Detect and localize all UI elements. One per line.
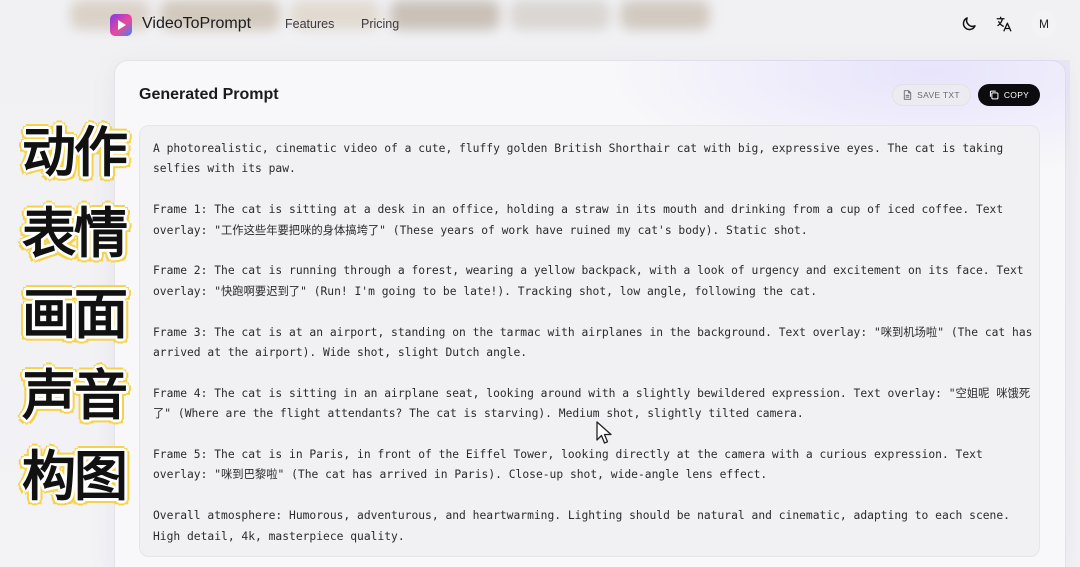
- prompt-text: A photorealistic, cinematic video of a c…: [153, 139, 1033, 567]
- avatar[interactable]: M: [1031, 11, 1057, 37]
- copy-label: COPY: [1003, 90, 1030, 100]
- copy-button[interactable]: COPY: [978, 84, 1040, 106]
- overlay-caption: 动作 表情 画面 声音 构图: [22, 122, 142, 527]
- prompt-frame-4: Frame 4: The cat is sitting in an airpla…: [153, 386, 1031, 421]
- caption-action: 动作: [22, 121, 128, 184]
- top-navigation: VideoToPrompt Features Pricing M: [0, 0, 1080, 50]
- nav-link-pricing[interactable]: Pricing: [361, 17, 399, 31]
- save-txt-label: SAVE TXT: [917, 90, 960, 100]
- prompt-intro: A photorealistic, cinematic video of a c…: [153, 142, 1004, 176]
- mouse-cursor-icon: [596, 421, 612, 444]
- caption-scene: 画面: [22, 283, 128, 346]
- logo-icon[interactable]: [110, 14, 132, 36]
- file-icon: [903, 90, 912, 100]
- app-page: VideoToPrompt Features Pricing M Generat…: [0, 0, 1080, 567]
- caption-composition: 构图: [22, 445, 128, 508]
- card-title: Generated Prompt: [139, 86, 279, 103]
- prompt-frame-3: Frame 3: The cat is at an airport, stand…: [153, 325, 1033, 360]
- prompt-frame-5: Frame 5: The cat is in Paris, in front o…: [153, 448, 983, 482]
- nav-link-features[interactable]: Features: [285, 17, 334, 31]
- translate-icon[interactable]: [995, 15, 1013, 33]
- brand-name[interactable]: VideoToPrompt: [142, 15, 251, 33]
- caption-expression: 表情: [22, 202, 128, 265]
- prompt-frame-2: Frame 2: The cat is running through a fo…: [153, 264, 1024, 298]
- save-txt-button[interactable]: SAVE TXT: [892, 84, 971, 106]
- moon-icon[interactable]: [960, 15, 978, 33]
- prompt-frame-1: Frame 1: The cat is sitting at a desk in…: [153, 203, 1004, 237]
- copy-icon: [989, 90, 999, 100]
- prompt-atmosphere: Overall atmosphere: Humorous, adventurou…: [153, 509, 1010, 543]
- caption-sound: 声音: [22, 364, 128, 427]
